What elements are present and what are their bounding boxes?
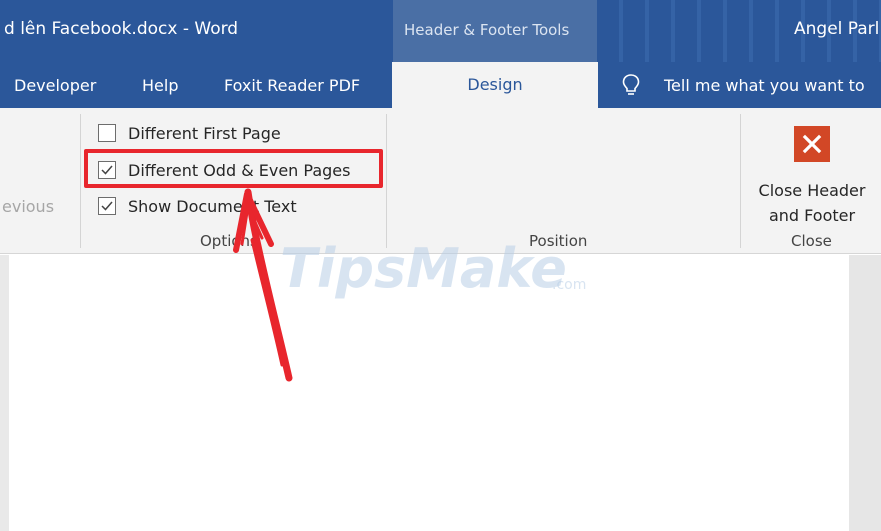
tab-help[interactable]: Help — [142, 76, 178, 95]
group-label-close: Close — [791, 232, 832, 250]
show-document-text-checkbox[interactable]: Show Document Text — [98, 193, 297, 219]
tab-developer[interactable]: Developer — [14, 76, 96, 95]
contextual-tools-label: Header & Footer Tools — [404, 21, 570, 39]
group-divider — [740, 114, 741, 248]
document-page[interactable] — [0, 255, 881, 531]
checkbox-checked[interactable] — [98, 197, 116, 215]
close-label-line2: and Footer — [768, 206, 856, 225]
group-divider — [80, 114, 81, 248]
tab-foxit-reader-pdf[interactable]: Foxit Reader PDF — [224, 76, 360, 95]
ribbon-tab-row: Developer Help Foxit Reader PDF Design T… — [0, 62, 881, 108]
group-label-position: Position — [529, 232, 588, 250]
vertical-scrollbar[interactable] — [849, 255, 881, 531]
group-label-options: Options — [200, 232, 258, 250]
checkbox-label: Different First Page — [128, 123, 281, 143]
close-button-label: Close Header and Footer — [748, 178, 876, 228]
close-header-footer-button[interactable]: Close Header and Footer — [748, 118, 876, 228]
annotation-highlight-box — [84, 149, 383, 188]
lightbulb-icon — [622, 74, 640, 95]
page-left-margin — [0, 255, 9, 531]
document-title: d lên Facebook.docx - Word — [4, 19, 239, 39]
close-icon — [794, 126, 830, 162]
user-name[interactable]: Angel Parl — [794, 19, 879, 39]
tell-me-search[interactable]: Tell me what you want to — [664, 76, 865, 95]
group-divider — [386, 114, 387, 248]
checkbox-label: Show Document Text — [128, 196, 297, 216]
tab-design[interactable]: Design — [392, 62, 598, 108]
checkmark-icon — [101, 201, 113, 211]
close-label-line1: Close Header — [758, 181, 866, 200]
checkbox-empty[interactable] — [98, 124, 116, 142]
previous-button-label[interactable]: evious — [2, 197, 54, 216]
different-first-page-checkbox[interactable]: Different First Page — [98, 120, 281, 146]
